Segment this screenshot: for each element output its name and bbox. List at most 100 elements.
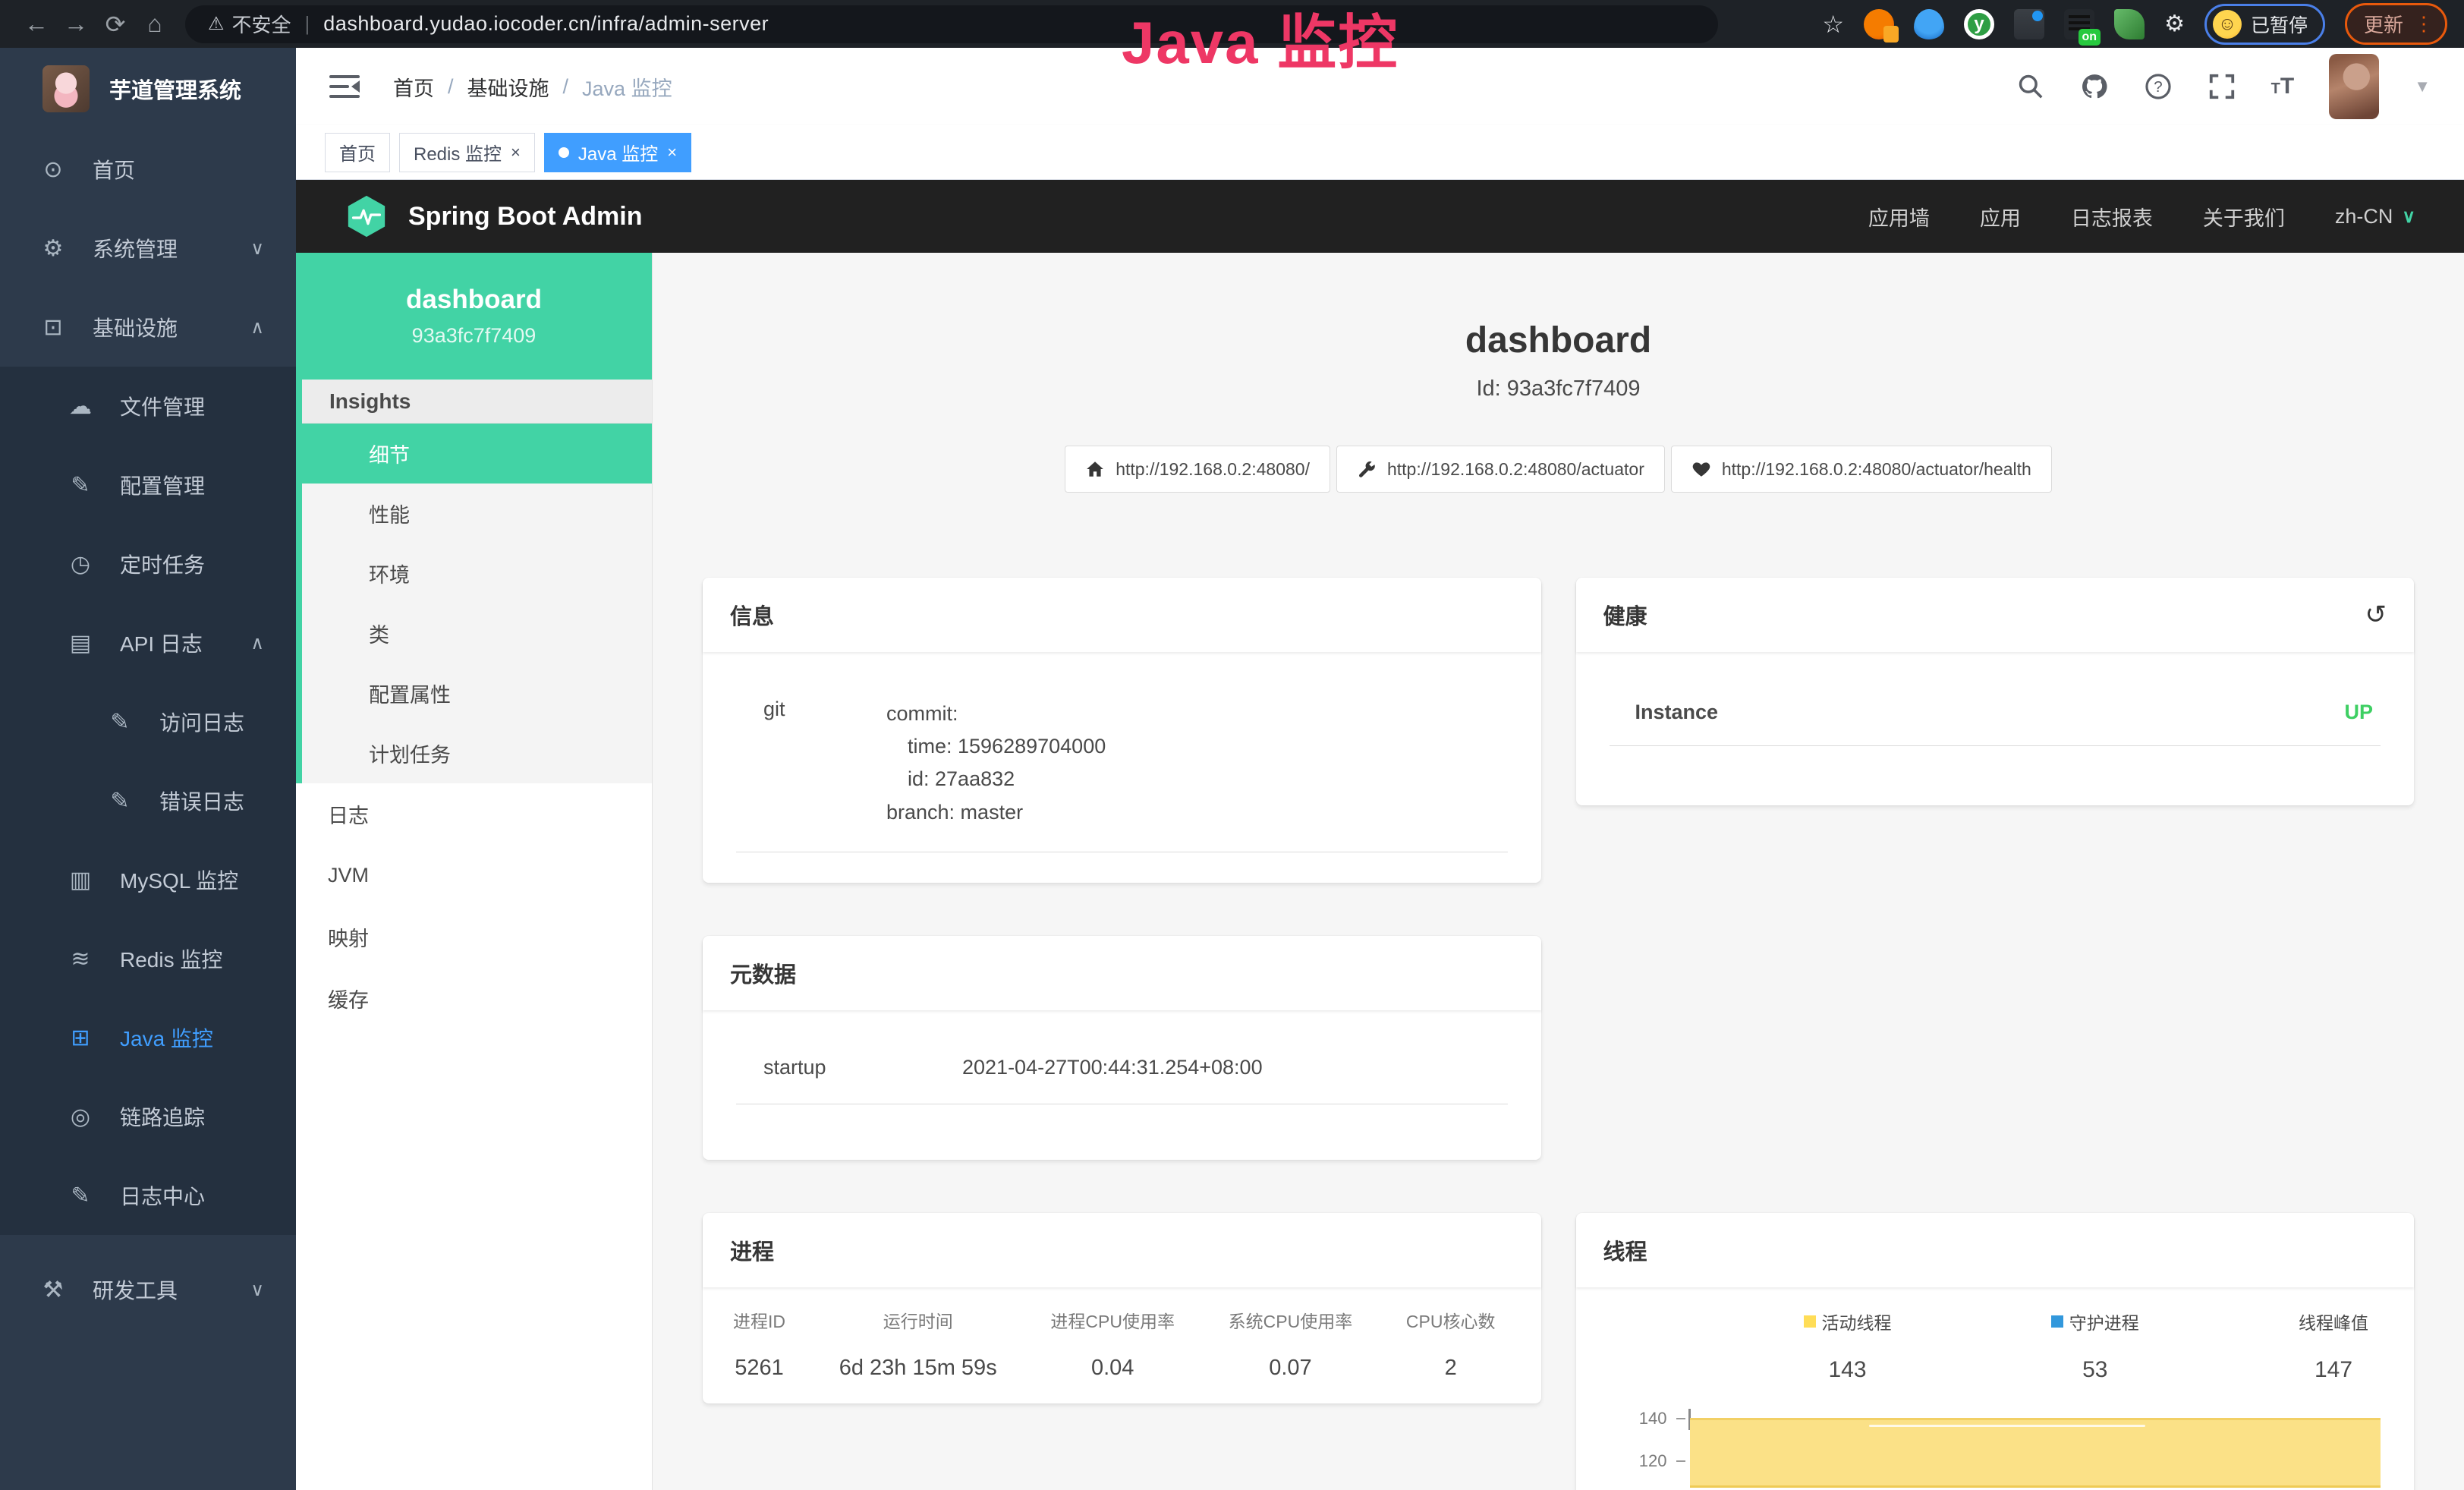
fullscreen-icon[interactable] <box>2208 72 2236 101</box>
git-id-line: id: 27aa832 <box>886 763 1106 795</box>
sidebar-item-access-log[interactable]: ✎ 访问日志 <box>0 682 296 761</box>
actuator-url-link[interactable]: http://192.168.0.2:48080/actuator <box>1336 446 1665 493</box>
sba-item-classes[interactable]: 类 <box>302 603 652 663</box>
heartbeat-icon <box>1691 459 1711 479</box>
sba-item-mappings[interactable]: 映射 <box>296 906 652 968</box>
sidebar-item-label: 基础设施 <box>93 312 178 342</box>
tags-view-bar: 首页 Redis 监控 × Java 监控 × <box>296 125 2464 180</box>
database-icon: ▥ <box>67 867 94 893</box>
wrench-icon <box>1357 459 1377 479</box>
sidebar-item-trace[interactable]: ◎ 链路追踪 <box>0 1077 296 1156</box>
app-logo-row[interactable]: 芋道管理系统 <box>0 48 296 130</box>
process-col-header: 运行时间 <box>839 1307 997 1333</box>
extensions-puzzle-icon[interactable]: ⚙ <box>2164 11 2185 37</box>
history-icon[interactable]: ↺ <box>2365 600 2387 630</box>
sidebar-item-system[interactable]: ⚙ 系统管理 ∨ <box>0 209 296 288</box>
sba-nav-journal[interactable]: 日志报表 <box>2071 202 2153 232</box>
extension-leaf-icon[interactable] <box>2114 9 2145 39</box>
screen: ← → ⟳ ⌂ ⚠ 不安全 | dashboard.yudao.iocoder.… <box>0 0 2464 1490</box>
sba-item-config-props[interactable]: 配置属性 <box>302 663 652 723</box>
chevron-down-icon: ∨ <box>2402 206 2415 228</box>
extension-switch-icon[interactable]: on <box>2064 9 2094 39</box>
process-uptime: 6d 23h 15m 59s <box>839 1356 997 1381</box>
search-icon[interactable] <box>2016 72 2045 101</box>
sidebar-item-scheduled-job[interactable]: ◷ 定时任务 <box>0 524 296 603</box>
user-caret-icon[interactable]: ▼ <box>2414 77 2431 96</box>
layers-icon: ≋ <box>67 946 94 972</box>
sba-item-jvm[interactable]: JVM <box>296 845 652 906</box>
startup-value: 2021-04-27T00:44:31.254+08:00 <box>962 1056 1263 1079</box>
security-status[interactable]: ⚠ 不安全 <box>208 10 291 38</box>
paused-badge[interactable]: ☺ 已暂停 <box>2204 4 2325 45</box>
help-icon[interactable]: ? <box>2144 72 2173 101</box>
sidebar-toggle-icon[interactable] <box>329 75 360 98</box>
edit-icon: ✎ <box>67 472 94 499</box>
spring-boot-admin-logo <box>345 194 389 238</box>
sidebar-item-infra[interactable]: ⊡ 基础设施 ∧ <box>0 288 296 367</box>
cloud-upload-icon: ☁ <box>67 393 94 420</box>
close-icon[interactable]: × <box>511 143 521 162</box>
browser-reload-icon[interactable]: ⟳ <box>96 10 135 39</box>
sidebar-item-label: 配置管理 <box>120 470 205 500</box>
close-icon[interactable]: × <box>667 143 677 162</box>
sba-item-environment[interactable]: 环境 <box>302 543 652 603</box>
sidebar-item-api-log[interactable]: ▤ API 日志 ∧ <box>0 603 296 682</box>
doc-edit-icon: ✎ <box>67 1183 94 1209</box>
chevron-down-icon: ∨ <box>250 1279 264 1301</box>
sidebar-item-file-manage[interactable]: ☁ 文件管理 <box>0 367 296 446</box>
sidebar-item-config-manage[interactable]: ✎ 配置管理 <box>0 446 296 524</box>
threads-legend: 活动线程 143 守护进程 53 线程峰值 147 <box>1576 1287 2415 1383</box>
extension-lines <box>2069 15 2090 18</box>
tab-redis-monitor[interactable]: Redis 监控 × <box>399 133 535 172</box>
address-bar[interactable]: ⚠ 不安全 | dashboard.yudao.iocoder.cn/infra… <box>185 5 1718 43</box>
sba-nav-wallboard[interactable]: 应用墙 <box>1868 202 1930 232</box>
extension-on-badge: on <box>2079 29 2101 46</box>
sba-instance-header[interactable]: dashboard 93a3fc7f7409 <box>296 253 652 380</box>
sba-item-scheduled-tasks[interactable]: 计划任务 <box>302 723 652 783</box>
peak-threads-value: 147 <box>2299 1357 2368 1383</box>
tab-home[interactable]: 首页 <box>325 133 390 172</box>
browser-forward-icon[interactable]: → <box>56 10 96 38</box>
sidebar-item-label: Redis 监控 <box>120 943 222 974</box>
sba-item-logfile[interactable]: 日志 <box>296 783 652 845</box>
sidebar-item-label: API 日志 <box>120 628 203 658</box>
sba-nav-about[interactable]: 关于我们 <box>2203 202 2285 232</box>
process-col-header: 进程CPU使用率 <box>1050 1307 1175 1333</box>
update-button[interactable]: 更新 ⋮ <box>2345 3 2447 45</box>
extension-y-icon[interactable]: y <box>1964 9 1994 39</box>
breadcrumb-home[interactable]: 首页 <box>393 72 434 102</box>
font-size-icon[interactable]: TT <box>2271 74 2295 99</box>
browser-menu-icon[interactable]: ⋮ <box>2414 12 2434 36</box>
tab-java-monitor[interactable]: Java 监控 × <box>544 133 691 172</box>
extension-pin-icon[interactable] <box>1914 9 1944 39</box>
sidebar-item-log-center[interactable]: ✎ 日志中心 <box>0 1156 296 1235</box>
user-avatar[interactable] <box>2329 54 2379 119</box>
page-title: dashboard <box>703 320 2414 361</box>
sidebar-item-devtools[interactable]: ⚒ 研发工具 ∨ <box>0 1250 296 1329</box>
bookmark-star-icon[interactable]: ☆ <box>1822 10 1844 39</box>
browser-back-icon[interactable]: ← <box>17 10 56 38</box>
breadcrumb-infra[interactable]: 基础设施 <box>467 72 549 102</box>
warning-icon: ⚠ <box>208 13 225 35</box>
sba-item-metrics[interactable]: 性能 <box>302 484 652 543</box>
sidebar-item-error-log[interactable]: ✎ 错误日志 <box>0 761 296 840</box>
annotation-java-monitor: Java 监控 <box>1122 0 1399 80</box>
service-url-link[interactable]: http://192.168.0.2:48080/ <box>1065 446 1330 493</box>
sidebar-item-redis-monitor[interactable]: ≋ Redis 监控 <box>0 919 296 998</box>
sidebar-item-mysql-monitor[interactable]: ▥ MySQL 监控 <box>0 840 296 919</box>
sba-nav-applications[interactable]: 应用 <box>1980 202 2021 232</box>
health-url-link[interactable]: http://192.168.0.2:48080/actuator/health <box>1671 446 2052 493</box>
sba-brand-title[interactable]: Spring Boot Admin <box>408 202 642 232</box>
sba-item-details[interactable]: 细节 <box>302 424 652 484</box>
url-text[interactable]: dashboard.yudao.iocoder.cn/infra/admin-s… <box>323 12 769 36</box>
github-icon[interactable] <box>2080 72 2109 101</box>
tab-label: 首页 <box>339 139 376 165</box>
sba-language-select[interactable]: zh-CN ∨ <box>2335 205 2415 228</box>
sidebar-item-home[interactable]: ⊙ 首页 <box>0 130 296 209</box>
sidebar-item-java-monitor[interactable]: ⊞ Java 监控 <box>0 998 296 1077</box>
sba-instance-name: dashboard <box>406 285 542 315</box>
browser-home-icon[interactable]: ⌂ <box>135 10 175 38</box>
extension-grid-icon[interactable] <box>2014 9 2044 39</box>
extension-colorpicker-icon[interactable] <box>1864 9 1894 39</box>
sba-item-caches[interactable]: 缓存 <box>296 968 652 1029</box>
